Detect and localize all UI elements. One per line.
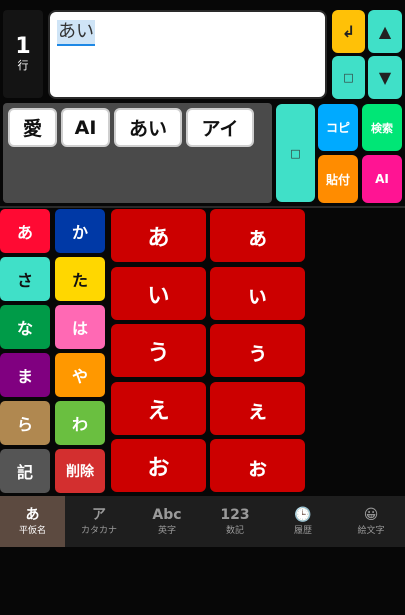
tab-label: 数記 bbox=[225, 526, 244, 536]
row-key-wa[interactable]: わ bbox=[55, 401, 105, 445]
search-button[interactable]: 検索 bbox=[362, 104, 402, 151]
cursor-up-button[interactable]: ▲ bbox=[368, 10, 402, 53]
kana-key-grid: あ ぁ い ぃ う ぅ え ぇ お ぉ bbox=[110, 208, 310, 496]
kana-key-small-e[interactable]: ぇ bbox=[210, 382, 305, 435]
keyboard-mode-tabbar: あ 平仮名 ア カタカナ Abc 英字 123 数記 🕒 履歴 😀 絵文字 bbox=[0, 496, 405, 547]
tab-katakana[interactable]: ア カタカナ bbox=[65, 496, 133, 547]
space-button[interactable]: □ bbox=[276, 104, 315, 202]
row-number: 1 bbox=[15, 34, 31, 59]
composing-text: あい bbox=[57, 20, 95, 46]
tab-label: カタカナ bbox=[80, 526, 117, 536]
kana-key-small-u[interactable]: ぅ bbox=[210, 324, 305, 377]
tab-label: 平仮名 bbox=[18, 526, 46, 536]
kana-key-small-a[interactable]: ぁ bbox=[210, 209, 305, 262]
kana-key-e[interactable]: え bbox=[111, 382, 206, 435]
clock-icon: 🕒 bbox=[294, 507, 312, 523]
paste-button[interactable]: 貼付 bbox=[318, 155, 358, 203]
tab-label: 履歴 bbox=[293, 526, 312, 536]
tab-numbers[interactable]: 123 数記 bbox=[201, 496, 269, 547]
row-key-ra[interactable]: ら bbox=[0, 401, 50, 445]
row-indicator: 1 行 bbox=[3, 10, 43, 98]
alphabet-icon: Abc bbox=[152, 507, 182, 523]
row-key-ta[interactable]: た bbox=[55, 257, 105, 301]
kana-key-u[interactable]: う bbox=[111, 324, 206, 377]
row-key-ma[interactable]: ま bbox=[0, 353, 50, 397]
tab-english[interactable]: Abc 英字 bbox=[133, 496, 201, 547]
tab-label: 英字 bbox=[157, 526, 176, 536]
kana-key-o[interactable]: お bbox=[111, 439, 206, 492]
copy-button[interactable]: コピ bbox=[318, 104, 358, 151]
row-label: 行 bbox=[17, 59, 29, 72]
kana-key-small-i[interactable]: ぃ bbox=[210, 267, 305, 320]
row-key-ha[interactable]: は bbox=[55, 305, 105, 349]
ai-button[interactable]: AI bbox=[362, 155, 402, 203]
candidate-button[interactable]: アイ bbox=[186, 108, 254, 147]
candidate-panel: 愛 AI あい アイ bbox=[3, 103, 272, 203]
cursor-down-button[interactable]: ▼ bbox=[368, 56, 402, 99]
row-key-panel: あ か さ た な は ま や ら わ 記 削除 bbox=[0, 208, 110, 496]
text-input-area[interactable]: あい bbox=[48, 10, 327, 99]
tab-history[interactable]: 🕒 履歴 bbox=[269, 496, 337, 547]
hiragana-icon: あ bbox=[25, 507, 40, 523]
row-key-ya[interactable]: や bbox=[55, 353, 105, 397]
space-button-small[interactable]: □ bbox=[332, 56, 365, 99]
row-key-sa[interactable]: さ bbox=[0, 257, 50, 301]
smiley-icon: 😀 bbox=[363, 507, 379, 523]
numbers-icon: 123 bbox=[220, 507, 250, 523]
tab-label: 絵文字 bbox=[357, 526, 385, 536]
candidate-button[interactable]: 愛 bbox=[8, 108, 57, 147]
symbols-key[interactable]: 記 bbox=[0, 449, 50, 493]
row-key-na[interactable]: な bbox=[0, 305, 50, 349]
candidate-button[interactable]: AI bbox=[61, 108, 110, 147]
kana-key-small-o[interactable]: ぉ bbox=[210, 439, 305, 492]
tab-emoji[interactable]: 😀 絵文字 bbox=[337, 496, 405, 547]
katakana-icon: ア bbox=[92, 507, 106, 523]
candidate-button[interactable]: あい bbox=[114, 108, 182, 147]
row-key-a[interactable]: あ bbox=[0, 209, 50, 253]
enter-button[interactable]: ↲ bbox=[332, 10, 365, 53]
delete-key[interactable]: 削除 bbox=[55, 449, 105, 493]
kana-key-a[interactable]: あ bbox=[111, 209, 206, 262]
kana-key-i[interactable]: い bbox=[111, 267, 206, 320]
row-key-ka[interactable]: か bbox=[55, 209, 105, 253]
tab-hiragana[interactable]: あ 平仮名 bbox=[0, 496, 65, 547]
